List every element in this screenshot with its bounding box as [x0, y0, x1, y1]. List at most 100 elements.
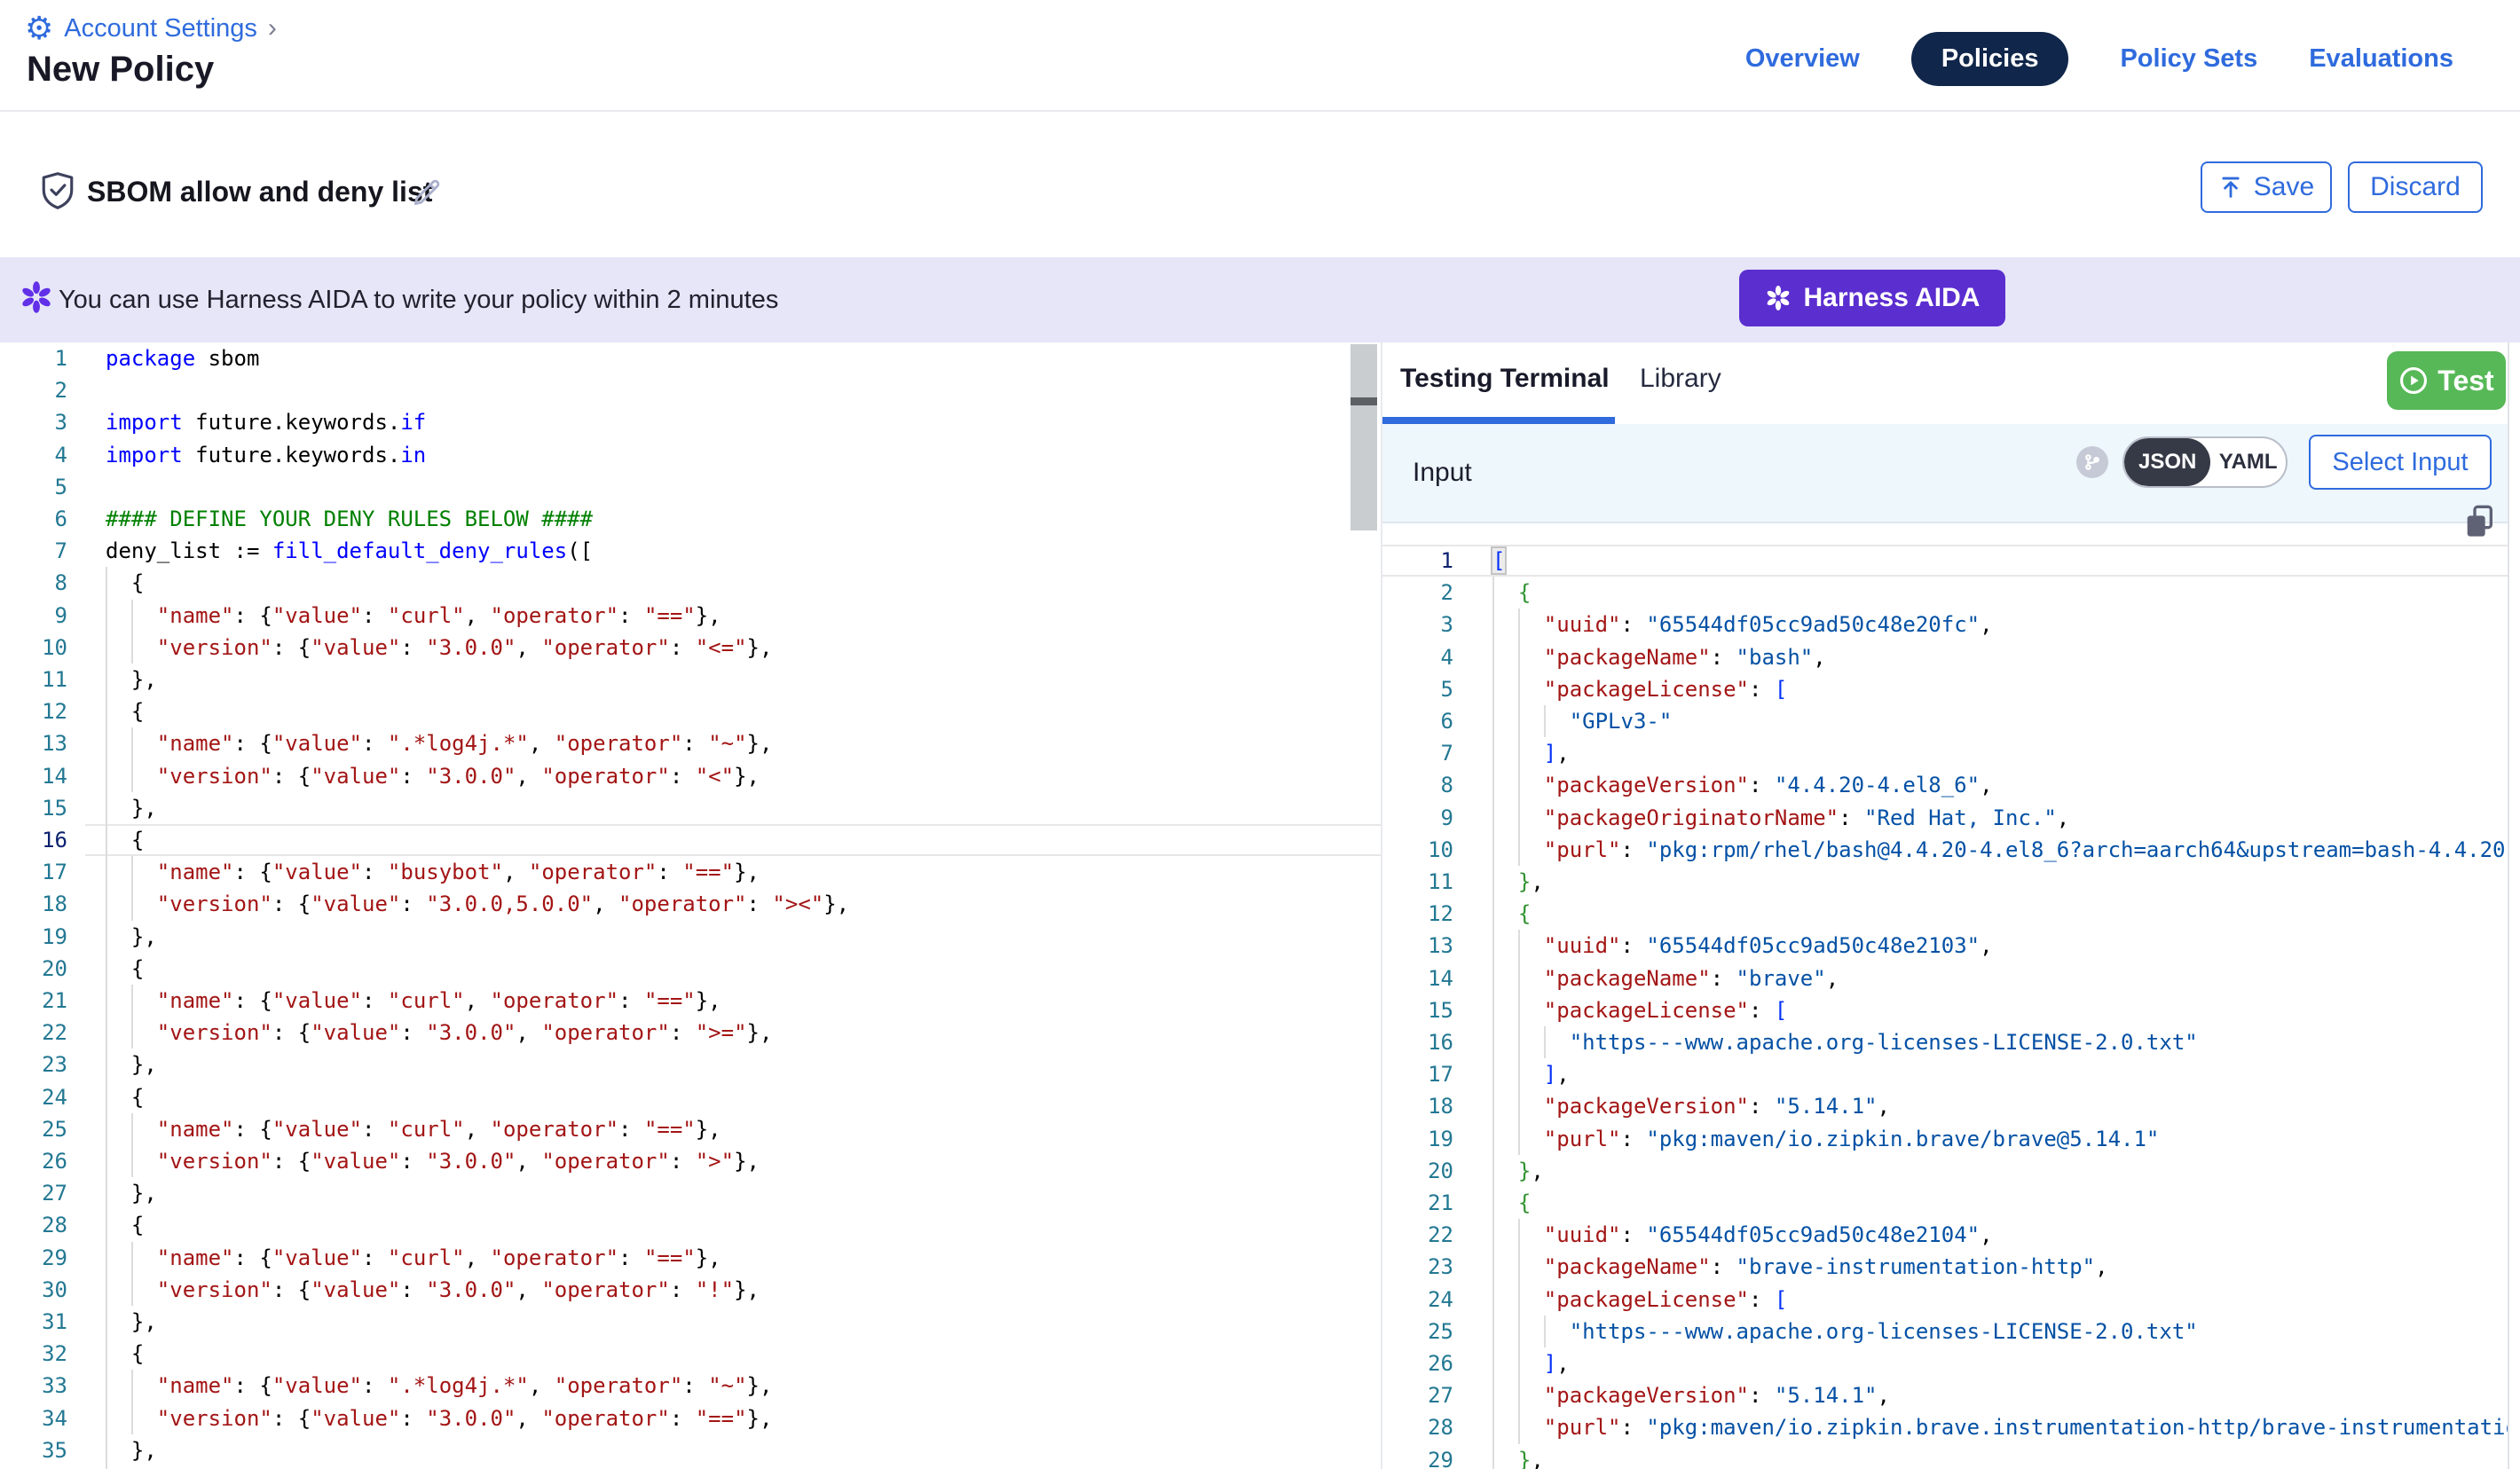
- line-number: 13: [0, 727, 67, 759]
- line-number: 1: [0, 342, 67, 374]
- toggle-option-yaml[interactable]: YAML: [2210, 438, 2286, 486]
- code-line: 1package sbom: [0, 342, 1381, 374]
- aida-banner-message: You can use Harness AIDA to write your p…: [59, 257, 778, 342]
- line-number: 11: [1384, 866, 1453, 898]
- save-button[interactable]: Save: [2201, 161, 2332, 213]
- shield-check-icon: [39, 170, 76, 216]
- code-line: 5: [0, 471, 1381, 503]
- code-line: 12 {: [0, 695, 1381, 727]
- line-number: 7: [0, 535, 67, 567]
- copy-icon[interactable]: [2461, 502, 2497, 546]
- code-text: {: [1492, 898, 1531, 930]
- format-toggle[interactable]: JSONYAML: [2122, 436, 2288, 488]
- policy-code-editor[interactable]: 1package sbom23import future.keywords.if…: [0, 342, 1381, 1469]
- line-number: 35: [0, 1434, 67, 1466]
- code-text: },: [1492, 1155, 1544, 1187]
- toggle-option-json[interactable]: JSON: [2124, 438, 2210, 486]
- discard-label: Discard: [2370, 172, 2461, 202]
- code-text: },: [1492, 1444, 1544, 1469]
- line-number: 15: [0, 792, 67, 824]
- edit-pencil-icon[interactable]: [410, 176, 444, 214]
- code-line: 5 "packageLicense": [: [1382, 673, 2508, 705]
- code-text: {: [1492, 577, 1531, 609]
- policy-editor-page: ⚙ Account Settings › New Policy Overview…: [0, 0, 2520, 1469]
- code-text: "version": {"value": "3.0.0", "operator"…: [106, 1145, 760, 1177]
- tab-library[interactable]: Library: [1640, 364, 1721, 394]
- right-scroll-gutter[interactable]: [2508, 342, 2520, 1469]
- line-number: 2: [1384, 577, 1453, 609]
- code-line: 34 "version": {"value": "3.0.0", "operat…: [0, 1402, 1381, 1434]
- line-number: 10: [1384, 834, 1453, 866]
- code-line: 23 },: [0, 1049, 1381, 1080]
- code-line: 8 "packageVersion": "4.4.20-4.el8_6",: [1382, 769, 2508, 801]
- code-text: "name": {"value": "curl", "operator": "=…: [106, 1242, 721, 1274]
- code-line: 23 "packageName": "brave-instrumentation…: [1382, 1251, 2508, 1283]
- code-line: 6 "GPLv3-": [1382, 705, 2508, 737]
- code-line: 31 },: [0, 1306, 1381, 1338]
- code-text: "purl": "pkg:maven/io.zipkin.brave/brave…: [1492, 1123, 2159, 1155]
- code-line: 25 "name": {"value": "curl", "operator":…: [0, 1113, 1381, 1145]
- code-text: import future.keywords.if: [106, 406, 426, 438]
- harness-aida-button[interactable]: Harness AIDA: [1739, 270, 2005, 326]
- select-input-button[interactable]: Select Input: [2309, 435, 2492, 490]
- line-number: 8: [1384, 769, 1453, 801]
- code-line: 22 "version": {"value": "3.0.0", "operat…: [0, 1017, 1381, 1049]
- nav-item-overview[interactable]: Overview: [1745, 44, 1860, 74]
- code-line: 27 "packageVersion": "5.14.1",: [1382, 1379, 2508, 1411]
- test-button[interactable]: Test: [2387, 351, 2506, 410]
- code-line: 26 ],: [1382, 1347, 2508, 1379]
- line-number: 20: [0, 953, 67, 985]
- code-line: 7 ],: [1382, 737, 2508, 769]
- code-text: "purl": "pkg:maven/io.zipkin.brave.instr…: [1492, 1411, 2508, 1443]
- code-text: "purl": "pkg:rpm/rhel/bash@4.4.20-4.el8_…: [1492, 834, 2508, 866]
- line-number: 29: [1384, 1444, 1453, 1469]
- line-number: 22: [1384, 1219, 1453, 1251]
- breadcrumb-link-account-settings[interactable]: Account Settings: [64, 14, 257, 43]
- line-number: 34: [0, 1402, 67, 1434]
- select-input-label: Select Input: [2332, 448, 2468, 477]
- upload-icon: [2218, 175, 2243, 200]
- code-line: 35 },: [0, 1434, 1381, 1466]
- line-number: 19: [0, 921, 67, 953]
- line-number: 17: [1384, 1058, 1453, 1090]
- git-branch-icon[interactable]: [2076, 446, 2108, 478]
- code-line: 27 },: [0, 1177, 1381, 1209]
- code-text: },: [106, 1434, 157, 1466]
- code-line: 22 "uuid": "65544df05cc9ad50c48e2104",: [1382, 1219, 2508, 1251]
- code-line: 11 },: [1382, 866, 2508, 898]
- code-line: 2 {: [1382, 577, 2508, 609]
- active-tab-underline: [1382, 417, 1615, 424]
- editor-scrollbar[interactable]: [1351, 344, 1377, 530]
- code-text: "uuid": "65544df05cc9ad50c48e2103",: [1492, 930, 1993, 962]
- tab-testing-terminal[interactable]: Testing Terminal: [1400, 364, 1610, 394]
- line-number: 19: [1384, 1123, 1453, 1155]
- discard-button[interactable]: Discard: [2348, 161, 2483, 213]
- code-text: ],: [1492, 1347, 1570, 1379]
- code-line: 9 "packageOriginatorName": "Red Hat, Inc…: [1382, 802, 2508, 834]
- line-number: 12: [0, 695, 67, 727]
- nav-item-policies[interactable]: Policies: [1911, 32, 2069, 86]
- nav-item-policy-sets[interactable]: Policy Sets: [2120, 44, 2257, 74]
- code-text: "name": {"value": ".*log4j.*", "operator…: [106, 727, 772, 759]
- save-label: Save: [2254, 172, 2314, 202]
- code-text: "packageVersion": "5.14.1",: [1492, 1090, 1890, 1122]
- code-text: "version": {"value": "3.0.0", "operator"…: [106, 632, 772, 664]
- top-nav: Overview Policies Policy Sets Evaluations: [1745, 32, 2453, 85]
- current-line-highlight: [1382, 545, 2508, 577]
- code-line: 21 {: [1382, 1187, 2508, 1219]
- code-line: 15 },: [0, 792, 1381, 824]
- line-number: 9: [0, 600, 67, 632]
- line-number: 27: [1384, 1379, 1453, 1411]
- code-line: 7deny_list := fill_default_deny_rules([: [0, 535, 1381, 567]
- line-number: 25: [0, 1113, 67, 1145]
- code-text: "packageLicense": [: [1492, 1284, 1787, 1316]
- nav-item-evaluations[interactable]: Evaluations: [2309, 44, 2453, 74]
- code-text: [: [1492, 545, 1505, 577]
- code-text: "name": {"value": "curl", "operator": "=…: [106, 985, 721, 1017]
- code-line: 16 {: [0, 824, 1381, 856]
- code-line: 13 "name": {"value": ".*log4j.*", "opera…: [0, 727, 1381, 759]
- code-line: 17 "name": {"value": "busybot", "operato…: [0, 856, 1381, 888]
- input-json-editor[interactable]: 1[2 {3 "uuid": "65544df05cc9ad50c48e20fc…: [1382, 523, 2508, 1469]
- code-line: 17 ],: [1382, 1058, 2508, 1090]
- code-text: "packageOriginatorName": "Red Hat, Inc."…: [1492, 802, 2069, 834]
